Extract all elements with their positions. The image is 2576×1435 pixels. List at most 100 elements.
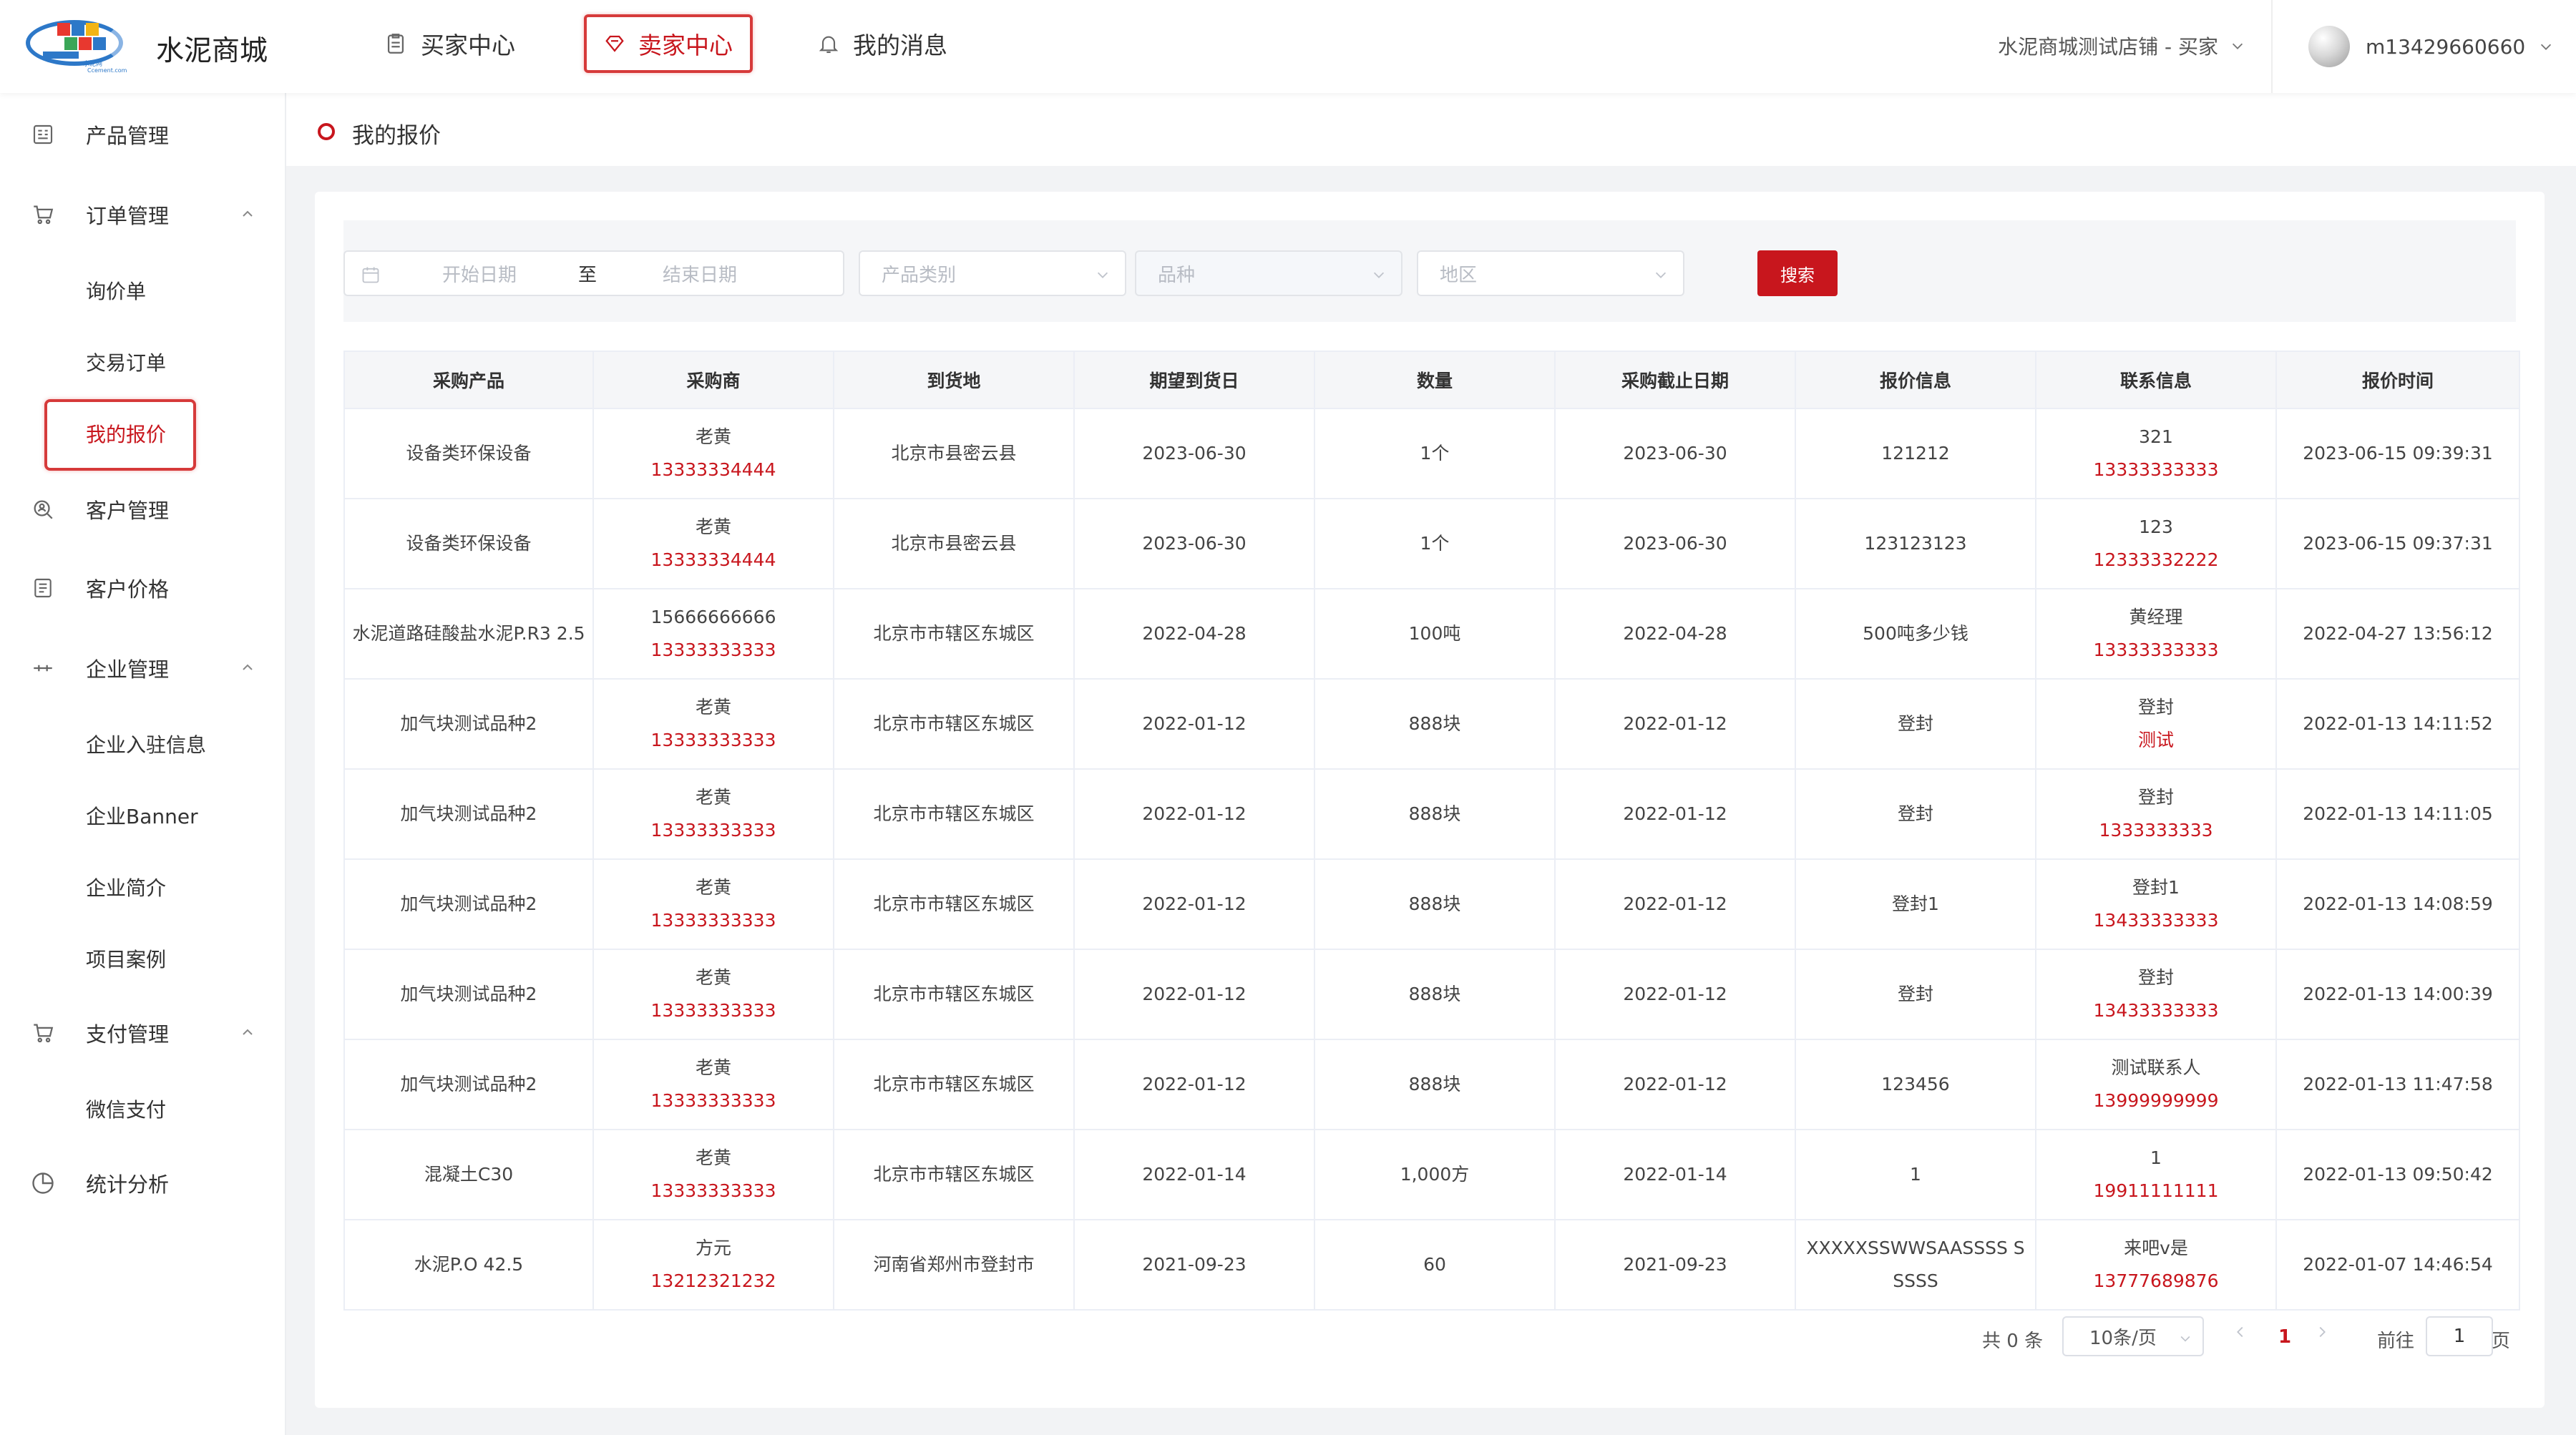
sidebar-subitem-inquiry[interactable]: 询价单 [0,269,286,312]
page-size-select[interactable]: 10条/页 [2062,1316,2204,1356]
sidebar-item-product-management[interactable]: 产品管理 [0,113,286,156]
contact-name: 登封1 [2132,877,2180,898]
variety-select[interactable]: 品种 [1135,250,1402,296]
quantity: 888块 [1408,1074,1461,1094]
table-row[interactable]: 加气块测试品种2 老黄 13333333333 北京市市辖区东城区 2022-01-12… [343,858,2520,950]
table-cell: 北京市县密云县 [833,408,1075,499]
sidebar-subitem-label: 项目案例 [86,948,167,971]
table-cell: 登封 [1795,768,2036,860]
quote-time: 2022-01-13 14:00:39 [2303,984,2493,1004]
nav-my-messages[interactable]: 我的消息 [817,14,947,73]
sidebar-item-enterprise-management[interactable]: 企业管理 [0,647,286,690]
deadline-date: 2022-01-14 [1623,1164,1727,1185]
table-row[interactable]: 水泥P.O 42.5 方元 13212321232 河南省郑州市登封市 2021-09-… [343,1219,2520,1311]
table-row[interactable]: 水泥道路硅酸盐水泥P.R3 2.5 15666666666 13333333333 北… [343,588,2520,680]
nav-seller-center[interactable]: 卖家中心 [584,14,753,73]
page-number-current[interactable]: 1 [2278,1326,2291,1348]
destination: 北京市市辖区东城区 [873,1164,1035,1185]
region-select[interactable]: 地区 [1417,250,1684,296]
app-title[interactable]: 水泥商城 [156,29,268,69]
product-name: 设备类环保设备 [406,533,532,554]
sidebar-item-customer-price[interactable]: 客户价格 [0,567,286,609]
table-header-row: 采购产品 采购商 到货地 期望到货日 数量 采购截止日期 报价信息 联系信息 报… [343,351,2520,409]
sidebar-item-label: 支付管理 [86,1022,170,1047]
pagination-total: 共 0 条 [1982,1331,2044,1352]
table-cell: 河南省郑州市登封市 [833,1219,1075,1311]
table-cell: 100吨 [1314,588,1556,680]
table-cell: 北京市市辖区东城区 [833,949,1075,1040]
quote-time: 2022-01-13 14:11:52 [2303,713,2493,734]
table-row[interactable]: 混凝土C30 老黄 13333333333 北京市市辖区东城区 2022-01-14 1,… [343,1129,2520,1220]
nav-buyer-center[interactable]: 买家中心 [384,14,515,73]
sidebar-item-statistics[interactable]: 统计分析 [0,1162,286,1205]
table-cell: 老黄 13333333333 [592,768,834,860]
table-row[interactable]: 加气块测试品种2 老黄 13333333333 北京市市辖区东城区 2022-01-12… [343,1039,2520,1130]
category-select[interactable]: 产品类别 [859,250,1126,296]
table-cell: 2022-01-12 [1554,768,1796,860]
buyer-name: 15666666666 [650,607,776,627]
search-button[interactable]: 搜索 [1757,250,1838,296]
destination: 北京市市辖区东城区 [873,623,1035,644]
sidebar-subitem-trade-orders[interactable]: 交易订单 [0,341,286,383]
table-row[interactable]: 加气块测试品种2 老黄 13333333333 北京市市辖区东城区 2022-01-12… [343,949,2520,1040]
contact-name: 1 [2150,1147,2162,1168]
deadline-date: 2022-01-12 [1623,803,1727,824]
table-cell: 老黄 13333334444 [592,408,834,499]
table-row[interactable]: 设备类环保设备 老黄 13333334444 北京市县密云县 2023-06-30 1个 2… [343,408,2520,499]
deadline-date: 2023-06-30 [1623,533,1727,554]
quantity: 888块 [1408,713,1461,734]
sidebar-item-label: 客户管理 [86,499,170,523]
sidebar-item-payment-management[interactable]: 支付管理 [0,1012,286,1054]
column-header: 到货地 [833,351,1075,409]
table-row[interactable]: 设备类环保设备 老黄 13333334444 北京市县密云县 2023-06-30 1个 2… [343,498,2520,589]
shop-role-select[interactable]: 水泥商城测试店铺 - 买家 [1998,31,2245,60]
table-cell: 加气块测试品种2 [343,858,594,950]
deadline-date: 2022-01-12 [1623,893,1727,914]
sidebar-subitem-enterprise-banner[interactable]: 企业Banner [0,794,286,837]
sidebar-subitem-label: 我的报价 [86,423,167,446]
prev-page-button[interactable] [2233,1323,2248,1345]
table-cell: 北京市县密云县 [833,498,1075,589]
table-cell: 2022-01-13 14:00:39 [2275,949,2520,1040]
sidebar-subitem-project-cases[interactable]: 项目案例 [0,937,286,980]
chevron-down-icon [1095,266,1111,288]
quantity: 888块 [1408,893,1461,914]
table-cell: 加气块测试品种2 [343,949,594,1040]
column-header: 采购产品 [343,351,594,409]
table-cell: 来吧v是 13777689876 [2035,1219,2277,1311]
table-cell: 1 19911111111 [2035,1129,2277,1220]
destination: 河南省郑州市登封市 [873,1254,1035,1275]
table-row[interactable]: 加气块测试品种2 老黄 13333333333 北京市市辖区东城区 2022-01-12… [343,768,2520,860]
page-size-label: 10条/页 [2089,1327,2157,1349]
goto-page-input[interactable]: 1 [2426,1316,2493,1356]
buyer-phone: 13333334444 [650,459,776,480]
end-date-placeholder: 结束日期 [663,264,738,286]
table-cell: 登封 [1795,949,2036,1040]
quote-info: 登封 [1897,984,1933,1004]
destination: 北京市市辖区东城区 [873,893,1035,914]
table-cell: 老黄 13333333333 [592,678,834,770]
quote-info: 121212 [1881,443,1950,464]
sidebar-subitem-my-quotes[interactable]: 我的报价 [0,412,286,455]
user-menu[interactable]: m13429660660 [2308,26,2554,67]
diamond-icon [604,33,625,54]
table-cell: 北京市市辖区东城区 [833,768,1075,860]
table-cell: 2022-04-28 [1554,588,1796,680]
sidebar-item-order-management[interactable]: 订单管理 [0,193,286,236]
quantity: 888块 [1408,984,1461,1004]
next-page-button[interactable] [2314,1323,2330,1345]
page-title: 我的报价 [352,123,441,149]
sidebar-item-customer-management[interactable]: 客户管理 [0,488,286,531]
table-cell: 登封 [1795,678,2036,770]
deadline-date: 2021-09-23 [1623,1254,1727,1275]
destination: 北京市市辖区东城区 [873,984,1035,1004]
sidebar-subitem-enterprise-info[interactable]: 企业入驻信息 [0,723,286,765]
date-range-picker[interactable]: 开始日期 至 结束日期 [343,250,844,296]
sidebar-subitem-enterprise-intro[interactable]: 企业简介 [0,866,286,908]
table-row[interactable]: 加气块测试品种2 老黄 13333333333 北京市市辖区东城区 2022-01-12… [343,678,2520,770]
product-name: 加气块测试品种2 [400,1074,537,1094]
sidebar-subitem-wechat-pay[interactable]: 微信支付 [0,1087,286,1130]
site-logo[interactable]: 水泥网 Ccement.com [26,16,127,74]
column-header: 采购商 [592,351,834,409]
table-cell: 60 [1314,1219,1556,1311]
